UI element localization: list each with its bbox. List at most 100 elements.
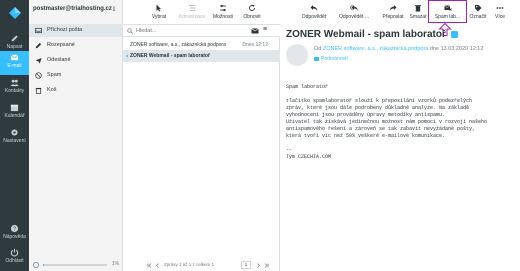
threads-label: Konverzace bbox=[178, 14, 206, 20]
quota-fill bbox=[43, 264, 44, 266]
delete-button[interactable]: Smazat bbox=[406, 2, 430, 24]
folder-label: Spam bbox=[47, 72, 62, 78]
quota-indicator: 1% bbox=[33, 261, 119, 268]
details-label: Podrobnosti bbox=[321, 56, 348, 62]
message-body: Spam laboratoř tlačítko spamlaboratoř sl… bbox=[286, 84, 488, 160]
gear-icon bbox=[0, 126, 29, 138]
send-icon bbox=[35, 57, 42, 64]
inbox-icon bbox=[35, 27, 42, 34]
nav-logout-label: Odhlásit bbox=[5, 258, 24, 264]
spam-lab-highlight-box bbox=[428, 0, 467, 23]
nav-mail[interactable]: E-mail bbox=[0, 51, 29, 75]
nav-calendar-label: Kalendář bbox=[4, 113, 25, 119]
list-item-selected[interactable]: ZONER Webmail - spam laboratoř bbox=[123, 50, 280, 62]
folder-label: Odeslané bbox=[47, 57, 71, 63]
nav-compose-label: Napsat bbox=[6, 44, 23, 50]
message-list: ≡ ZONER software, a.s., zákaznická podpo… bbox=[123, 24, 280, 271]
reply-label: Odpovědět bbox=[301, 14, 327, 20]
spam-icon bbox=[35, 72, 42, 79]
forward-icon bbox=[376, 2, 410, 14]
folder-trash[interactable]: Koš bbox=[29, 84, 122, 97]
svg-text:?: ? bbox=[13, 227, 16, 233]
tag-icon bbox=[466, 2, 490, 14]
search-icon bbox=[127, 28, 133, 34]
nav-contacts-label: Kontakty bbox=[4, 88, 25, 94]
contacts-icon bbox=[0, 76, 29, 88]
list-menu-button[interactable]: ≡ bbox=[263, 26, 267, 33]
avatar bbox=[286, 44, 308, 66]
folder-spam[interactable]: Spam bbox=[29, 69, 122, 82]
folder-inbox[interactable]: Příchozí pošta bbox=[29, 24, 122, 37]
delete-label: Smazat bbox=[409, 14, 427, 20]
subject-text: ZONER Webmail - spam laboratoř bbox=[286, 29, 446, 40]
nav-help[interactable]: ? Nápověda bbox=[0, 222, 29, 246]
unread-dot-icon bbox=[126, 55, 128, 57]
message-toolbar: Odpovědět Odpovědět ... Přeposlat Smazat… bbox=[280, 0, 520, 36]
compose-icon bbox=[0, 32, 29, 44]
nav-settings[interactable]: Nastavení bbox=[0, 126, 29, 150]
sender-link[interactable]: ZONER software, a.s., zákaznická podpora bbox=[323, 46, 428, 52]
pencil-icon bbox=[35, 42, 42, 49]
folder-pane: postmaster@trialhosting.cz ⋮ Příchozí po… bbox=[29, 0, 123, 271]
reply-icon bbox=[296, 2, 332, 14]
mail-icon bbox=[0, 51, 29, 63]
nav-calendar[interactable]: Kalendář bbox=[0, 101, 29, 125]
storage-icon bbox=[33, 262, 39, 268]
nav-logout[interactable]: Odhlásit bbox=[0, 246, 29, 270]
account-email: postmaster@trialhosting.cz bbox=[33, 6, 112, 12]
envelope-filter-icon[interactable] bbox=[251, 28, 259, 34]
search-bar: ≡ bbox=[123, 24, 280, 37]
reply-all-button[interactable]: Odpovědět ... bbox=[334, 2, 374, 24]
trash-icon bbox=[406, 2, 430, 14]
account-menu-button[interactable]: ⋮ bbox=[111, 6, 117, 13]
refresh-button[interactable]: Obnovit bbox=[234, 2, 270, 24]
prev-page-icon[interactable] bbox=[155, 263, 160, 268]
refresh-icon bbox=[234, 2, 270, 14]
mark-label: Označit bbox=[469, 14, 487, 20]
select-button[interactable]: Vybrat bbox=[141, 2, 177, 24]
folder-label: Příchozí pošta bbox=[47, 27, 83, 33]
reply-all-label: Odpovědět ... bbox=[338, 14, 370, 20]
message-from: ZONER software, a.s., zákaznická podpora bbox=[130, 42, 226, 48]
folder-label: Koš bbox=[47, 87, 57, 93]
from-prefix: Od bbox=[314, 46, 322, 52]
envelope-icon bbox=[314, 56, 319, 61]
list-toolbar: Vybrat Konverzace Možnosti Obnovit bbox=[123, 0, 280, 24]
search-input[interactable] bbox=[136, 27, 246, 35]
quota-percent: 1% bbox=[111, 261, 119, 267]
edit-icon[interactable] bbox=[450, 30, 458, 38]
last-page-icon[interactable] bbox=[264, 263, 269, 268]
calendar-icon bbox=[0, 101, 29, 113]
message-subject-heading: ZONER Webmail - spam laboratoř bbox=[286, 29, 458, 40]
more-label: Více bbox=[494, 14, 505, 20]
folder-sent[interactable]: Odeslané bbox=[29, 54, 122, 67]
nav-contacts[interactable]: Kontakty bbox=[0, 76, 29, 100]
cursor-icon bbox=[141, 2, 177, 14]
sender-line: Od ZONER software, a.s., zákaznická podp… bbox=[314, 46, 483, 52]
nav-help-label: Nápověda bbox=[3, 234, 26, 240]
app-logo-icon bbox=[9, 7, 21, 19]
power-icon bbox=[0, 246, 29, 258]
quota-bar bbox=[43, 264, 107, 266]
forward-label: Přeposlat bbox=[382, 14, 404, 20]
options-label: Možnosti bbox=[212, 14, 233, 20]
message-view: ZONER Webmail - spam laboratoř Od ZONER … bbox=[280, 24, 520, 271]
page-number-input[interactable]: 1 bbox=[241, 261, 251, 269]
forward-button[interactable]: Přeposlat bbox=[376, 2, 410, 24]
help-icon: ? bbox=[0, 222, 29, 234]
list-footer: Zprávy 1 až 1 z celkem 1 1 bbox=[123, 260, 280, 271]
next-page-icon[interactable] bbox=[256, 263, 261, 268]
more-icon bbox=[490, 2, 510, 14]
first-page-icon[interactable] bbox=[147, 263, 152, 268]
mark-button[interactable]: Označit bbox=[466, 2, 490, 24]
reply-button[interactable]: Odpovědět bbox=[296, 2, 332, 24]
reply-all-icon bbox=[334, 2, 374, 14]
select-label: Vybrat bbox=[151, 14, 167, 20]
more-button[interactable]: Více bbox=[490, 2, 510, 24]
trash-icon bbox=[35, 87, 42, 94]
message-date: dne 13.03.2020 12:12 bbox=[429, 46, 484, 52]
main-navigation-rail: Napsat E-mail Kontakty Kalendář Nastaven… bbox=[0, 0, 29, 271]
details-toggle[interactable]: Podrobnosti bbox=[314, 56, 348, 62]
folder-drafts[interactable]: Rozepsané bbox=[29, 39, 122, 52]
message-count: Zprávy 1 až 1 z celkem 1 bbox=[164, 262, 215, 267]
